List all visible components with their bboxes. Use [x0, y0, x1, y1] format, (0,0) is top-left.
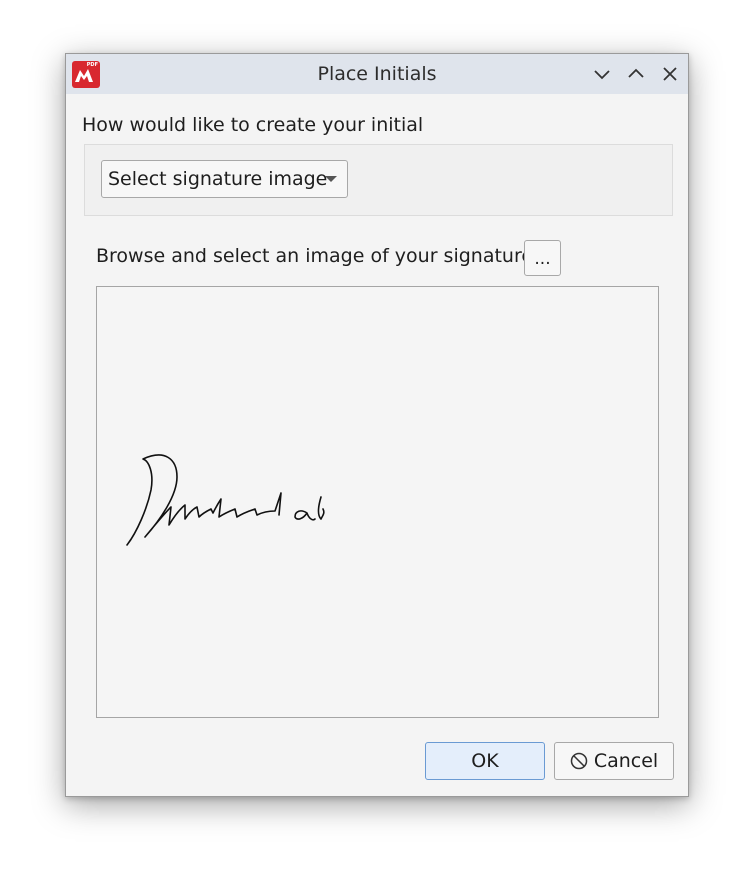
- method-select-value: Select signature image: [108, 168, 328, 190]
- browse-label: Browse and select an image of your signa…: [96, 245, 534, 267]
- cancel-button[interactable]: Cancel: [554, 742, 674, 780]
- question-label: How would like to create your initials?: [82, 114, 422, 136]
- title-bar[interactable]: PDF Place Initials: [66, 54, 688, 94]
- signature-preview: [96, 286, 659, 718]
- maximize-button[interactable]: [624, 62, 648, 86]
- chevron-down-icon: [594, 70, 610, 80]
- cancel-button-label: Cancel: [593, 750, 659, 772]
- close-button[interactable]: [658, 62, 682, 86]
- place-initials-dialog: PDF Place Initials How would like to cre…: [65, 53, 689, 797]
- dropdown-arrow-icon: [325, 176, 337, 182]
- chevron-up-icon: [628, 68, 644, 78]
- cancel-circle-icon: [570, 752, 588, 770]
- method-group-box: Select signature image: [84, 144, 673, 216]
- browse-button[interactable]: ...: [524, 240, 561, 276]
- signature-image: [126, 454, 325, 546]
- ok-button[interactable]: OK: [425, 742, 545, 780]
- method-select[interactable]: Select signature image: [101, 160, 348, 198]
- minimize-button[interactable]: [590, 62, 614, 86]
- close-icon: [663, 67, 677, 81]
